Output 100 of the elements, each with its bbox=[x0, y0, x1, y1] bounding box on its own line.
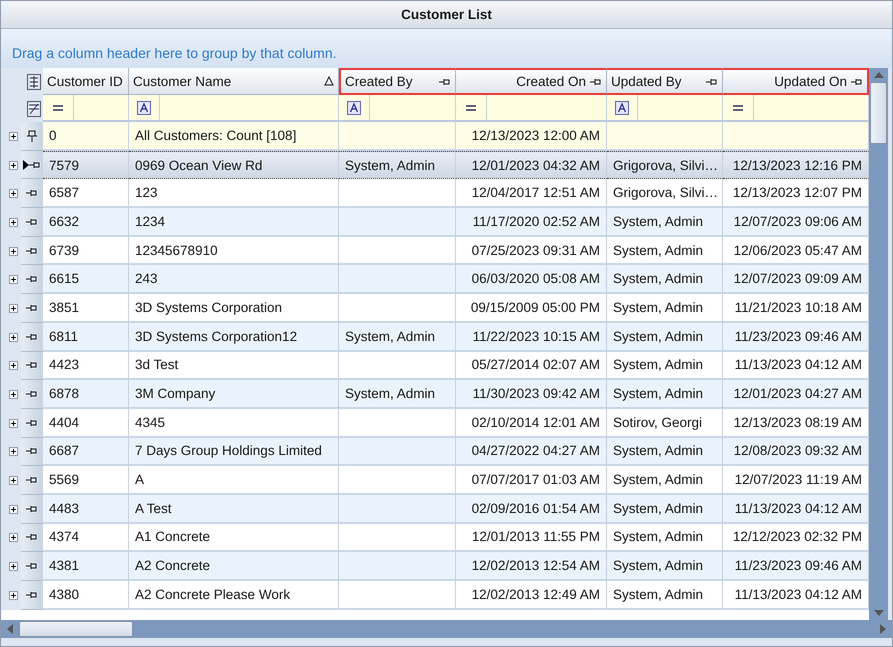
table-cell: 243 bbox=[129, 265, 339, 294]
row-selector[interactable] bbox=[21, 294, 43, 323]
equals-operator-icon[interactable] bbox=[52, 104, 64, 112]
table-cell: System, Admin bbox=[607, 352, 723, 380]
filter-field[interactable] bbox=[339, 95, 456, 122]
scroll-up-icon[interactable] bbox=[874, 72, 884, 78]
expand-icon[interactable] bbox=[9, 275, 18, 284]
row-selector[interactable] bbox=[21, 552, 43, 581]
table-cell: 11/21/2023 10:18 AM bbox=[723, 294, 869, 323]
pin-icon[interactable] bbox=[26, 274, 38, 284]
table-cell: 12/12/2023 02:32 PM bbox=[723, 524, 869, 552]
row-selector[interactable] bbox=[21, 150, 43, 180]
pin-icon[interactable] bbox=[26, 216, 38, 227]
pin-icon[interactable] bbox=[26, 302, 38, 313]
expand-icon[interactable] bbox=[9, 418, 18, 428]
column-header[interactable]: Customer ID bbox=[43, 68, 129, 95]
row-selector[interactable] bbox=[21, 265, 43, 294]
table-cell: A bbox=[129, 466, 339, 495]
table-cell: System, Admin bbox=[607, 265, 723, 294]
row-selector[interactable] bbox=[21, 208, 43, 237]
pin-icon[interactable] bbox=[851, 76, 863, 86]
pin-icon[interactable] bbox=[26, 246, 38, 256]
row-selector[interactable] bbox=[21, 322, 43, 352]
row-selector[interactable] bbox=[21, 380, 43, 409]
row-selector[interactable] bbox=[21, 179, 43, 208]
table-cell: 12/13/2023 12:16 PM bbox=[723, 150, 869, 180]
equals-operator-icon[interactable] bbox=[732, 104, 744, 112]
filter-field[interactable] bbox=[43, 95, 129, 122]
pin-icon[interactable] bbox=[590, 76, 602, 86]
scroll-thumb[interactable] bbox=[19, 621, 133, 637]
pin-icon[interactable] bbox=[26, 389, 38, 400]
pin-icon[interactable] bbox=[26, 532, 38, 542]
pin-icon[interactable] bbox=[26, 418, 38, 428]
filter-field[interactable] bbox=[723, 95, 869, 122]
expand-icon[interactable] bbox=[9, 476, 18, 486]
pin-icon[interactable] bbox=[26, 360, 38, 370]
table-cell: 11/23/2023 09:46 AM bbox=[723, 322, 869, 352]
scroll-thumb[interactable] bbox=[870, 82, 887, 144]
pin-icon[interactable] bbox=[26, 561, 38, 572]
expand-icon[interactable] bbox=[9, 533, 18, 542]
row-selector[interactable] bbox=[21, 236, 43, 266]
pin-icon[interactable] bbox=[27, 130, 37, 142]
text-operator-icon[interactable] bbox=[347, 100, 361, 114]
pin-icon[interactable] bbox=[706, 76, 718, 86]
table-cell: 12/04/2017 12:51 AM bbox=[456, 179, 607, 208]
row-selector[interactable] bbox=[21, 122, 43, 151]
row-selector[interactable] bbox=[21, 408, 43, 438]
text-operator-icon[interactable] bbox=[615, 100, 629, 114]
column-chooser-icon[interactable] bbox=[27, 74, 41, 90]
expand-icon[interactable] bbox=[9, 447, 18, 456]
column-header[interactable]: Updated By bbox=[607, 68, 723, 95]
table-cell: 6811 bbox=[43, 322, 129, 352]
table-cell: 7579 bbox=[43, 150, 129, 180]
expand-icon[interactable] bbox=[9, 160, 18, 170]
expand-icon[interactable] bbox=[9, 390, 18, 400]
pin-icon[interactable] bbox=[26, 332, 38, 342]
row-selector[interactable] bbox=[21, 524, 43, 552]
filter-field[interactable] bbox=[607, 95, 723, 122]
pin-icon[interactable] bbox=[439, 76, 451, 86]
row-selector[interactable] bbox=[21, 352, 43, 380]
table-cell: 4423 bbox=[43, 352, 129, 380]
scroll-down-icon[interactable] bbox=[874, 610, 884, 616]
row-selector[interactable] bbox=[21, 494, 43, 524]
expand-icon[interactable] bbox=[9, 189, 18, 198]
expand-icon[interactable] bbox=[9, 332, 18, 342]
table-cell: 12/02/2013 12:54 AM bbox=[456, 552, 607, 581]
filter-clear-icon[interactable] bbox=[27, 100, 41, 116]
scroll-left-icon[interactable] bbox=[7, 624, 13, 634]
text-operator-icon[interactable] bbox=[137, 100, 151, 114]
table-cell: 4345 bbox=[129, 408, 339, 438]
expand-icon[interactable] bbox=[9, 304, 18, 313]
expand-icon[interactable] bbox=[9, 504, 18, 514]
row-selector[interactable] bbox=[21, 466, 43, 495]
table-cell: 11/13/2023 04:12 AM bbox=[723, 494, 869, 524]
table-cell: System, Admin bbox=[607, 236, 723, 266]
expand-icon[interactable] bbox=[9, 562, 18, 572]
filter-field[interactable] bbox=[456, 95, 607, 122]
pin-icon[interactable] bbox=[26, 188, 38, 198]
expand-icon[interactable] bbox=[9, 361, 18, 370]
pin-icon[interactable] bbox=[26, 475, 38, 486]
vertical-scrollbar[interactable] bbox=[869, 68, 888, 620]
pin-icon[interactable] bbox=[29, 160, 41, 170]
expand-icon[interactable] bbox=[9, 590, 18, 600]
pin-icon[interactable] bbox=[26, 590, 38, 600]
column-header[interactable]: Created By bbox=[339, 68, 456, 95]
pin-icon[interactable] bbox=[26, 504, 38, 514]
column-header[interactable]: Updated On bbox=[723, 68, 869, 95]
filter-field[interactable] bbox=[129, 95, 339, 122]
horizontal-scrollbar[interactable] bbox=[1, 620, 892, 638]
expand-icon[interactable] bbox=[9, 218, 18, 227]
table-cell: All Customers: Count [108] bbox=[129, 122, 339, 151]
equals-operator-icon[interactable] bbox=[465, 104, 477, 112]
expand-icon[interactable] bbox=[9, 132, 18, 141]
column-header[interactable]: Customer Name bbox=[129, 68, 339, 95]
pin-icon[interactable] bbox=[26, 446, 38, 456]
column-header[interactable]: Created On bbox=[456, 68, 607, 95]
expand-icon[interactable] bbox=[9, 246, 18, 256]
row-selector[interactable] bbox=[21, 438, 43, 466]
scroll-right-icon[interactable] bbox=[880, 624, 886, 634]
row-selector[interactable] bbox=[21, 581, 43, 610]
